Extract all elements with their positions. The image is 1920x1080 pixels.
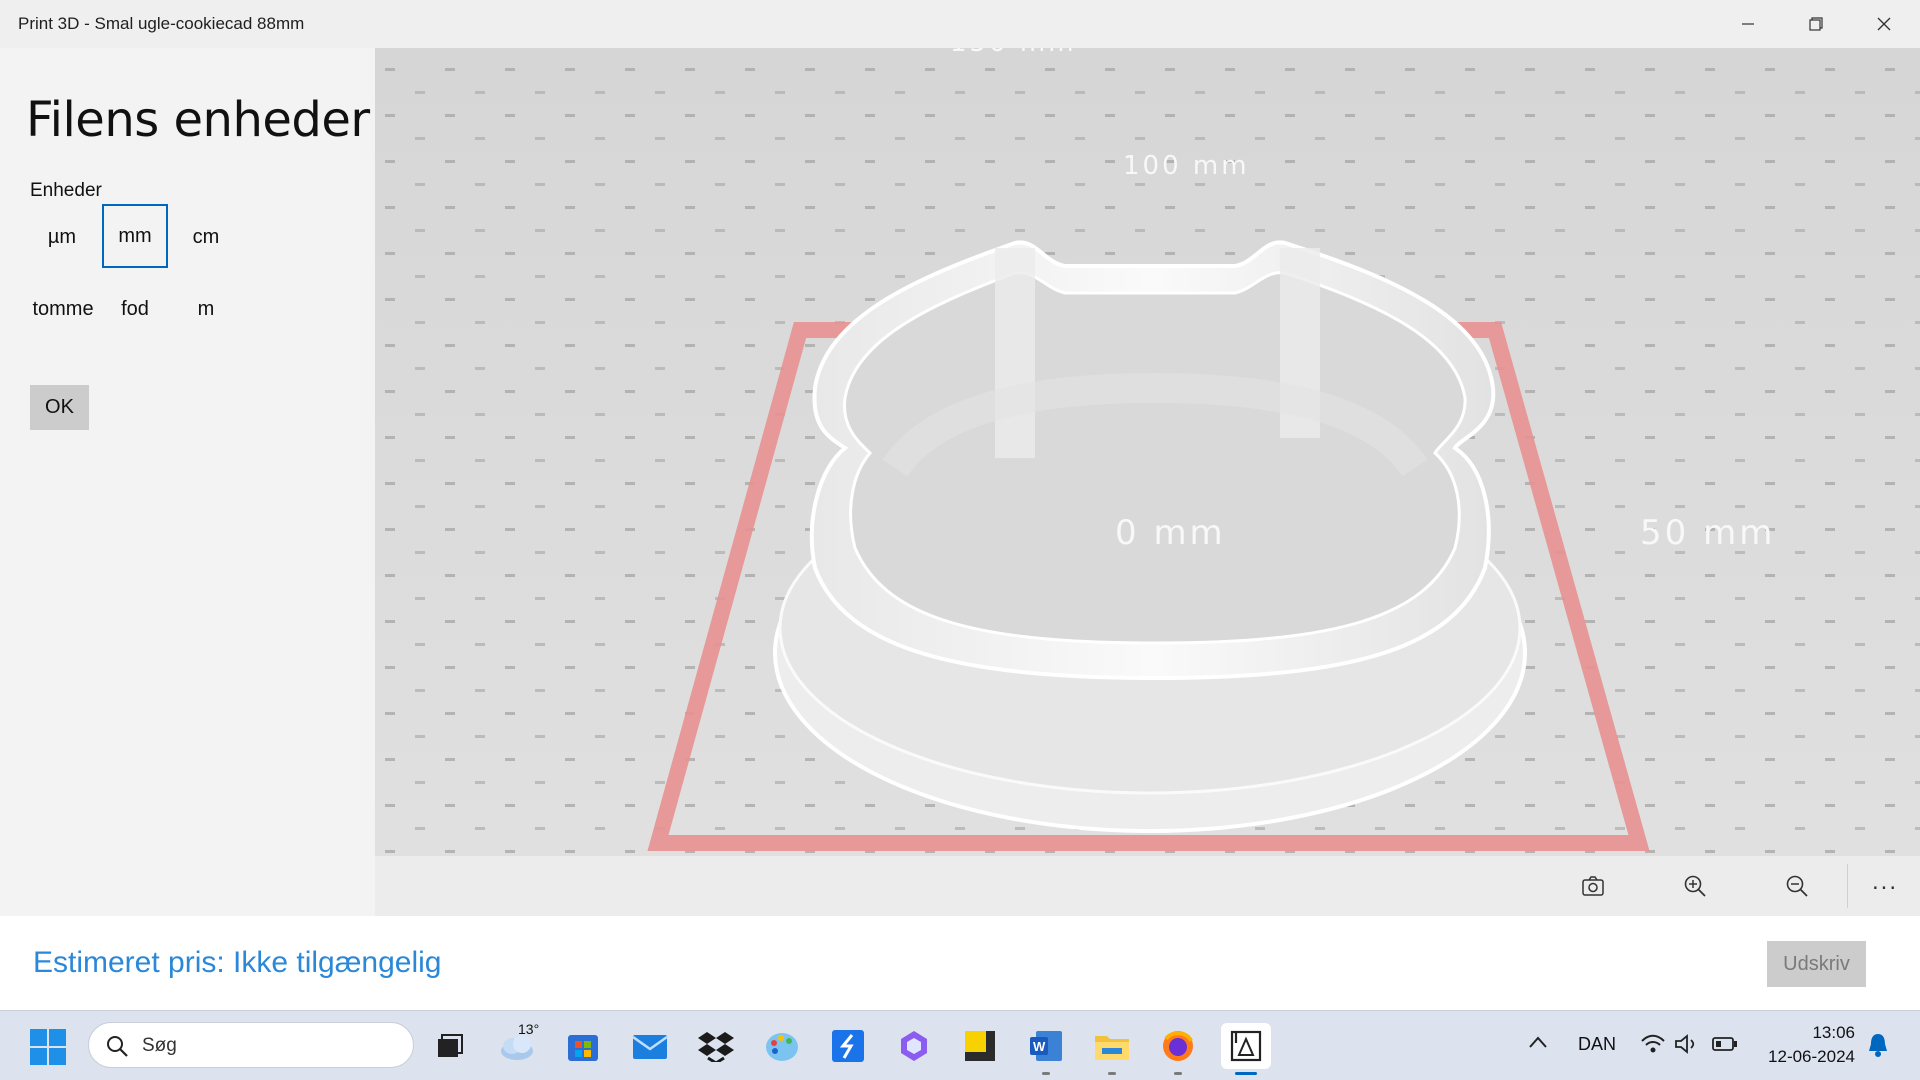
unit-option-cm[interactable]: cm [173, 205, 239, 269]
search-placeholder: Søg [142, 1035, 177, 1056]
zoom-in-button[interactable] [1673, 866, 1717, 906]
units-label: Enheder [30, 180, 102, 201]
zoom-out-icon [1786, 875, 1808, 897]
word-app[interactable]: W [1023, 1023, 1069, 1075]
title-bar: Print 3D - Smal ugle-cookiecad 88mm [0, 0, 1920, 48]
clock-time: 13:06 [1812, 1023, 1855, 1042]
unit-option-mm[interactable]: mm [102, 204, 168, 268]
view-toolbar: ... [375, 856, 1920, 916]
start-button[interactable] [30, 1029, 66, 1065]
explorer-running-indicator [1108, 1072, 1116, 1075]
speaker-icon [1675, 1034, 1695, 1054]
bell-icon [1869, 1034, 1887, 1057]
grid-label-0: 0 mm [1115, 513, 1226, 553]
firefox-icon [1163, 1031, 1193, 1061]
battery-indicator[interactable] [1712, 1036, 1738, 1057]
folder-icon [1095, 1036, 1129, 1060]
print-button[interactable]: Udskriv [1767, 941, 1866, 987]
unit-option-m[interactable]: m [173, 277, 239, 341]
svg-text:W: W [1033, 1039, 1046, 1054]
reset-view-icon [1582, 876, 1604, 896]
scene-canvas[interactable]: 150 mm 100 mm 0 mm 50 mm [375, 48, 1920, 856]
file-explorer-app[interactable] [1089, 1023, 1135, 1075]
cutter-inner-floor [842, 271, 1467, 645]
show-hidden-icons-button[interactable] [1528, 1035, 1548, 1054]
sticky-notes-app[interactable] [957, 1023, 1003, 1069]
file-units-panel: Filens enheder Enheder µm mm cm tomme fo… [0, 48, 375, 916]
zoom-in-icon [1684, 875, 1706, 897]
task-view-icon [438, 1034, 463, 1057]
clock-date: 12-06-2024 [1768, 1047, 1855, 1066]
unit-option-inch[interactable]: tomme [29, 277, 97, 341]
window-title: Print 3D - Smal ugle-cookiecad 88mm [18, 14, 305, 33]
copilot-icon [901, 1031, 927, 1061]
battery-icon [1712, 1037, 1737, 1051]
close-icon [1877, 17, 1891, 31]
print-3d-active-indicator [1235, 1072, 1257, 1075]
estimated-price: Estimeret pris: Ikke tilgængelig [33, 946, 442, 979]
reset-view-button[interactable] [1571, 866, 1615, 906]
volume-indicator[interactable] [1674, 1033, 1698, 1060]
taskbar: Søg 13° W DAN 13:06 12-06-2024 [0, 1010, 1920, 1080]
unit-option-foot[interactable]: fod [102, 277, 168, 341]
toolbar-divider [1847, 864, 1848, 908]
restore-icon [1809, 17, 1823, 31]
chevron-up-icon [1529, 1036, 1547, 1048]
word-running-indicator [1042, 1072, 1050, 1075]
mail-icon [632, 1035, 668, 1059]
3d-viewport[interactable]: 150 mm 100 mm 0 mm 50 mm [375, 48, 1920, 856]
task-view-button[interactable] [426, 1023, 472, 1069]
minimize-icon [1742, 23, 1754, 25]
firefox-running-indicator [1174, 1072, 1182, 1075]
dropbox-app[interactable] [693, 1023, 739, 1069]
grid-label-50: 50 mm [1640, 513, 1775, 553]
s-app[interactable] [825, 1023, 871, 1069]
grid-label-100: 100 mm [1123, 151, 1250, 181]
search-icon [107, 1036, 128, 1057]
taskbar-search[interactable]: Søg [88, 1022, 414, 1068]
firefox-app[interactable] [1155, 1023, 1201, 1075]
unit-option-um[interactable]: µm [29, 205, 95, 269]
store-icon [568, 1035, 598, 1061]
wifi-indicator[interactable] [1640, 1033, 1666, 1060]
footer-bar: Estimeret pris: Ikke tilgængelig Udskriv [0, 916, 1920, 1010]
sticky-notes-icon [965, 1031, 995, 1061]
minimize-button[interactable] [1714, 0, 1782, 48]
store-app[interactable] [560, 1023, 606, 1069]
language-indicator[interactable]: DAN [1578, 1034, 1616, 1055]
panel-heading: Filens enheder [26, 92, 370, 148]
system-clock[interactable]: 13:06 12-06-2024 [1755, 1021, 1855, 1069]
weather-temp: 13° [518, 1021, 540, 1037]
dropbox-icon [698, 1032, 734, 1062]
zoom-out-button[interactable] [1775, 866, 1819, 906]
paint-palette-icon [766, 1033, 798, 1061]
paint-app[interactable] [759, 1023, 805, 1069]
notifications-button[interactable] [1866, 1031, 1890, 1064]
copilot-app[interactable] [891, 1023, 937, 1069]
print-3d-icon [1230, 1030, 1262, 1062]
wifi-icon [1641, 1034, 1665, 1053]
s-app-icon [832, 1030, 864, 1062]
mail-app[interactable] [627, 1023, 673, 1069]
more-options-button[interactable]: ... [1863, 862, 1907, 902]
ok-button[interactable]: OK [30, 385, 89, 430]
word-icon: W [1030, 1031, 1062, 1061]
windows-logo-icon [30, 1029, 66, 1065]
print-3d-app[interactable] [1221, 1023, 1271, 1075]
restore-button[interactable] [1782, 0, 1850, 48]
close-button[interactable] [1850, 0, 1918, 48]
grid-label-150: 150 mm [950, 48, 1077, 58]
